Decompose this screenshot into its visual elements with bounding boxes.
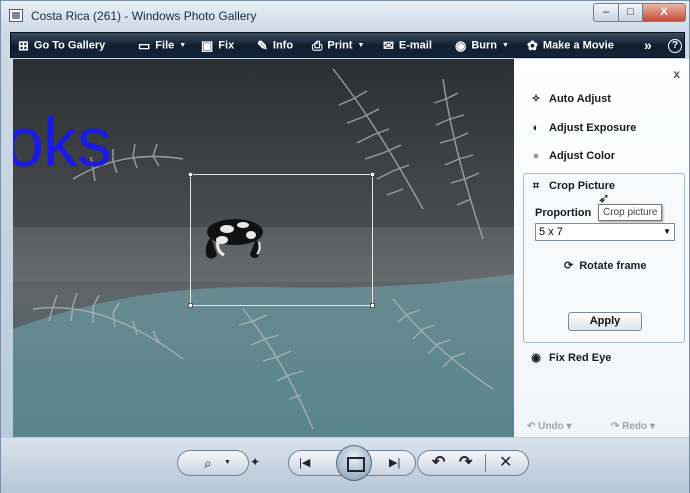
photo-gallery-window: Costa Rica (261) - Windows Photo Gallery…: [0, 0, 690, 493]
minimize-button[interactable]: –: [593, 3, 619, 22]
crop-tooltip: Crop picture: [598, 204, 663, 221]
apply-button[interactable]: Apply: [568, 312, 642, 331]
fix-icon: ▣: [201, 38, 214, 53]
rotate-frame-button[interactable]: ⟳ Rotate frame: [564, 259, 646, 272]
redo-button[interactable]: ↷ Redo ▾: [611, 421, 655, 432]
zoom-control[interactable]: ⌕ ▼: [177, 450, 249, 476]
chevron-down-icon: ▼: [357, 42, 365, 49]
fix-red-eye-button[interactable]: ◉ Fix Red Eye: [528, 349, 611, 367]
adjust-exposure-button[interactable]: ◐ Adjust Exposure: [528, 119, 637, 137]
divider: [485, 454, 486, 472]
crop-handle-top-right[interactable]: [370, 172, 375, 177]
auto-adjust-button[interactable]: ✧ Auto Adjust: [528, 90, 611, 108]
info-icon: ✎: [257, 38, 268, 53]
gallery-icon: ⊞: [18, 38, 29, 53]
close-button[interactable]: X: [642, 3, 686, 22]
undo-icon: ↶: [527, 421, 536, 432]
rotate-counterclockwise-icon[interactable]: ↶: [432, 452, 445, 472]
command-toolbar: ⊞ Go To Gallery ▭ File ▼ ▣ Fix ✎ Info ⎙ Print ▼…: [10, 32, 685, 58]
crop-handle-bottom-left[interactable]: [188, 303, 193, 308]
next-button[interactable]: ▶|: [389, 456, 400, 469]
more-commands-button[interactable]: »: [644, 33, 652, 59]
redo-icon: ↷: [611, 421, 620, 432]
actual-size-icon[interactable]: ✦: [250, 455, 260, 469]
window-title: Costa Rica (261) - Windows Photo Gallery: [31, 9, 257, 23]
overlay-watermark-text: oks: [13, 103, 112, 181]
delete-icon[interactable]: ✕: [499, 452, 512, 472]
rotate-icon: ⟳: [564, 260, 574, 272]
color-icon: ●: [532, 150, 540, 162]
proportion-dropdown[interactable]: 5 x 7 ▼: [535, 223, 675, 241]
eye-icon: ◉: [531, 352, 541, 364]
crop-handle-bottom-right[interactable]: [370, 303, 375, 308]
printer-icon: ⎙: [312, 38, 323, 53]
burn-menu[interactable]: ◉ Burn ▼: [455, 33, 509, 59]
slideshow-button[interactable]: [336, 445, 372, 481]
maximize-button[interactable]: □: [618, 3, 643, 22]
rotate-clockwise-icon[interactable]: ↷: [459, 452, 472, 472]
close-pane-icon[interactable]: x: [673, 67, 680, 81]
previous-button[interactable]: |◀: [299, 456, 310, 469]
print-menu[interactable]: ⎙ Print ▼: [312, 33, 364, 59]
navigation-bar: ⌕ ▼ ✦ |◀ ▶| ↶ ↷ ✕: [1, 438, 689, 493]
crop-icon: ⌗: [532, 180, 540, 192]
photo-viewer[interactable]: oks: [13, 59, 514, 437]
chevron-down-icon: ▼: [663, 227, 671, 236]
adjust-color-button[interactable]: ● Adjust Color: [528, 147, 615, 165]
crop-picture-group: ⌗ Crop Picture ➶ Crop picture Proportion …: [523, 173, 685, 343]
file-menu[interactable]: ▭ File ▼: [138, 33, 186, 59]
go-to-gallery-button[interactable]: ⊞ Go To Gallery: [18, 33, 105, 59]
help-icon[interactable]: ?: [668, 39, 682, 53]
chevron-down-icon: ▼: [224, 459, 231, 466]
wand-icon: ✧: [531, 93, 541, 105]
disc-icon: ◉: [455, 38, 467, 53]
crop-handle-top-left[interactable]: [188, 172, 193, 177]
zoom-icon: ⌕: [204, 455, 212, 471]
file-icon: ▭: [138, 38, 151, 53]
undo-button[interactable]: ↶ Undo ▾: [527, 421, 572, 432]
app-icon: [9, 9, 23, 22]
proportion-label: Proportion: [535, 207, 592, 219]
email-button[interactable]: ✉ E-mail: [383, 33, 432, 59]
fix-button[interactable]: ▣ Fix: [201, 33, 234, 59]
info-button[interactable]: ✎ Info: [257, 33, 293, 59]
crop-selection-frame[interactable]: [188, 172, 375, 308]
movie-icon: ✿: [527, 38, 538, 53]
make-movie-button[interactable]: ✿ Make a Movie: [527, 33, 614, 59]
chevron-down-icon: ▼: [502, 42, 509, 49]
fix-pane: x ✧ Auto Adjust ◐ Adjust Exposure ● Adjust …: [514, 59, 689, 437]
email-icon: ✉: [383, 38, 394, 53]
chevron-down-icon: ▼: [179, 42, 187, 49]
title-bar: Costa Rica (261) - Windows Photo Gallery…: [1, 1, 689, 32]
exposure-icon: ◐: [532, 122, 540, 134]
